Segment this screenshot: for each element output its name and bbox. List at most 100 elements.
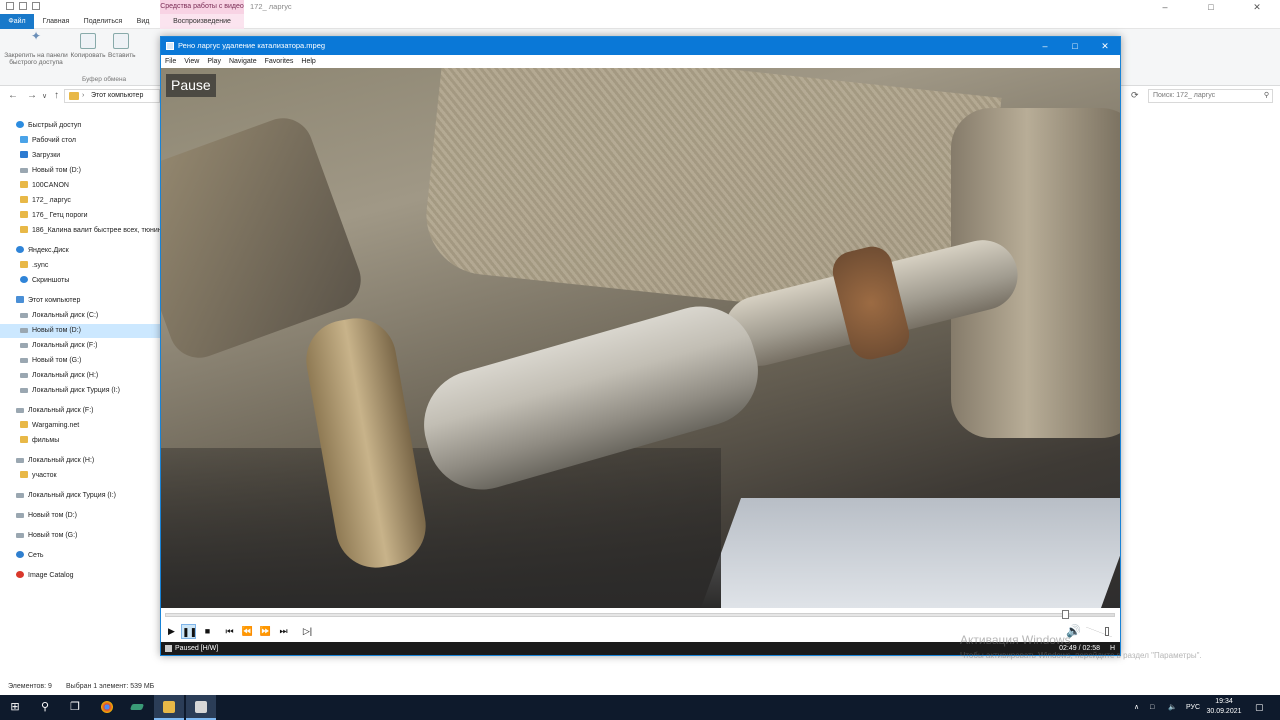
file-explorer-taskbar-icon[interactable] [154, 695, 184, 720]
nav-item[interactable]: Этот компьютер [0, 294, 160, 308]
drive-icon [20, 373, 28, 378]
fast-forward-button[interactable]: ⏩ [258, 624, 273, 639]
taskbar-clock[interactable]: 19:34 30.09.2021 [1201, 697, 1247, 717]
maximize-icon[interactable]: □ [1060, 37, 1090, 55]
nav-item[interactable]: Рабочий стол [0, 134, 160, 148]
network-icon[interactable]: □ [1150, 695, 1154, 720]
computer-icon [16, 296, 24, 303]
chrome-icon[interactable] [92, 695, 122, 720]
taskbar: ⊞ ⚲ ❐ ∧ □ 🔈 РУС 19:34 30.09.2021 ▢ [0, 695, 1280, 720]
nav-item[interactable]: участок [0, 469, 160, 483]
nav-item[interactable]: Локальный диск (F:) [0, 404, 160, 418]
rewind-button[interactable]: ⏪ [240, 624, 255, 639]
tab-file[interactable]: Файл [0, 14, 34, 29]
nav-item[interactable]: Локальный диск (H:) [0, 454, 160, 468]
search-icon[interactable]: ⚲ [30, 695, 60, 720]
notifications-icon[interactable]: ▢ [1255, 695, 1264, 720]
tab-home[interactable]: Главная [36, 14, 76, 29]
properties-icon[interactable] [19, 2, 27, 10]
nav-item[interactable]: Image Catalog [0, 569, 160, 583]
recent-chevron-icon[interactable]: ∨ [42, 92, 47, 100]
nav-item[interactable]: 100CANON [0, 179, 160, 193]
seek-bar[interactable] [165, 610, 1115, 619]
back-arrow-icon[interactable]: ← [8, 90, 18, 101]
stop-button[interactable]: ■ [200, 624, 215, 639]
minimize-icon[interactable]: – [1030, 37, 1060, 55]
app-icon[interactable] [122, 695, 152, 720]
nav-item[interactable]: Новый том (G:) [0, 529, 160, 543]
nav-item[interactable]: Новый том (G:) [0, 354, 160, 368]
language-indicator[interactable]: РУС [1186, 695, 1200, 720]
nav-item[interactable]: Wargaming.net [0, 419, 160, 433]
menu-favorites[interactable]: Favorites [261, 55, 298, 68]
nav-item[interactable]: 172_ ларгус [0, 194, 160, 208]
close-icon[interactable]: ✕ [1234, 0, 1280, 14]
start-windows-icon[interactable]: ⊞ [0, 695, 30, 720]
menu-navigate[interactable]: Navigate [225, 55, 261, 68]
nav-item[interactable]: Новый том (D:) [0, 509, 160, 523]
save-icon[interactable] [6, 2, 14, 10]
nav-item[interactable]: Локальный диск (C:) [0, 309, 160, 323]
menu-help[interactable]: Help [297, 55, 319, 68]
quick-access-toolbar [6, 2, 40, 10]
seek-bar-fill [166, 614, 1066, 616]
refresh-icon[interactable]: ⟳ [1131, 90, 1139, 101]
nav-item[interactable]: .sync [0, 259, 160, 273]
media-player-taskbar-icon[interactable] [186, 695, 216, 720]
tab-view[interactable]: Вид [130, 14, 156, 29]
nav-item[interactable]: Быстрый доступ [0, 119, 160, 133]
volume-slider-thumb[interactable] [1105, 627, 1109, 636]
pin-to-quick-access-button[interactable]: ✦ Закрепить на панели быстрого доступа [4, 30, 68, 66]
task-view-icon[interactable]: ❐ [60, 695, 90, 720]
tab-share[interactable]: Поделиться [80, 14, 126, 29]
nav-item[interactable]: фильмы [0, 434, 160, 448]
copy-button[interactable]: Копировать [70, 33, 106, 59]
forward-arrow-icon[interactable]: → [27, 90, 37, 101]
video-frame[interactable]: Pause [161, 68, 1120, 608]
nav-item-label: Новый том (D:) [28, 512, 77, 519]
navigation-pane: Быстрый доступ Рабочий стол Загрузки Новый … [0, 112, 160, 672]
nav-item-label: Локальный диск (H:) [28, 457, 95, 464]
menu-file[interactable]: File [161, 55, 180, 68]
address-input[interactable]: › Этот компьютер [64, 89, 160, 103]
nav-item[interactable]: Сеть [0, 549, 160, 563]
nav-item[interactable]: Новый том (D:) [0, 164, 160, 178]
nav-item[interactable]: 176_ Гетц пороги [0, 209, 160, 223]
previous-button[interactable]: ⏮ [222, 624, 237, 639]
seek-bar-thumb[interactable] [1062, 610, 1069, 619]
close-icon[interactable]: ✕ [1090, 37, 1120, 55]
nav-item[interactable]: Яндекс.Диск [0, 244, 160, 258]
nav-item[interactable]: Новый том (D:) [0, 324, 160, 338]
paste-button[interactable]: Вставить [108, 33, 136, 59]
nav-item[interactable]: Локальный диск Турция (I:) [0, 489, 160, 503]
nav-item[interactable]: Локальный диск (F:) [0, 339, 160, 353]
ribbon-tabs: Файл Главная Поделиться Вид Воспроизведе… [0, 14, 1280, 29]
volume-slider[interactable] [1086, 627, 1112, 637]
nav-item-label: фильмы [32, 437, 60, 444]
player-menu-bar: File View Play Navigate Favorites Help [161, 55, 1120, 68]
tab-playback[interactable]: Воспроизведение [160, 14, 244, 29]
maximize-icon[interactable]: □ [1188, 0, 1234, 14]
nav-item[interactable]: 186_Калина валит быстрее всех, тюнинг [0, 224, 160, 238]
nav-item[interactable]: Локальный диск Турция (I:) [0, 384, 160, 398]
menu-play[interactable]: Play [203, 55, 225, 68]
search-input[interactable]: Поиск: 172_ ларгус ⚲ [1148, 89, 1273, 103]
tray-expand-icon[interactable]: ∧ [1134, 695, 1139, 720]
clock-date: 30.09.2021 [1206, 708, 1242, 715]
nav-item[interactable]: Скриншоты [0, 274, 160, 288]
next-button[interactable]: ⏭ [276, 624, 291, 639]
minimize-icon[interactable]: – [1142, 0, 1188, 14]
pause-button[interactable]: ❚❚ [181, 624, 197, 639]
nav-item-label: .sync [32, 262, 49, 269]
player-window-controls: – □ ✕ [1030, 37, 1120, 55]
play-button[interactable]: ▶ [164, 624, 179, 639]
nav-item-label: Локальный диск Турция (I:) [32, 387, 120, 394]
volume-icon[interactable]: 🔈 [1168, 695, 1177, 720]
menu-view[interactable]: View [180, 55, 203, 68]
nav-item[interactable]: Локальный диск (H:) [0, 369, 160, 383]
nav-item-label: Яндекс.Диск [28, 247, 69, 254]
nav-item[interactable]: Загрузки [0, 149, 160, 163]
up-arrow-icon[interactable]: ↑ [54, 90, 59, 101]
frame-step-button[interactable]: ▷| [300, 624, 315, 639]
new-folder-icon[interactable] [32, 2, 40, 10]
